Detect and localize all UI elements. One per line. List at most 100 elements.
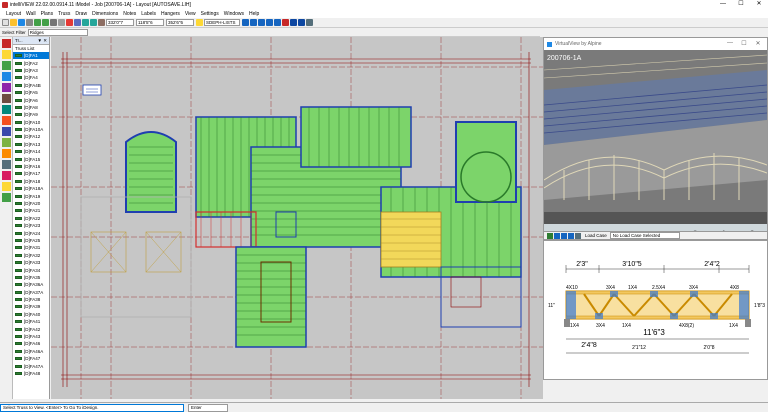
delete-icon[interactable] [66, 19, 73, 26]
zoom-window-icon[interactable] [258, 19, 265, 26]
erase-tool-icon[interactable] [2, 171, 11, 180]
new-icon[interactable] [2, 19, 9, 26]
close-button[interactable]: ✕ [750, 0, 768, 9]
truss-list-item[interactable]: [D]FA10A [13, 126, 49, 133]
measure-icon[interactable] [98, 19, 105, 26]
truss-list-item[interactable]: [D]FA47A [13, 362, 49, 369]
loadcase-select[interactable]: No Load Case Selected [609, 232, 680, 239]
menu-draw[interactable]: Draw [75, 11, 87, 17]
menu-view[interactable]: View [185, 11, 196, 17]
truss-list-item[interactable]: [D]FA46 [13, 340, 49, 347]
select-icon[interactable] [74, 19, 81, 26]
truss-list-item[interactable]: [D]FA37A [13, 289, 49, 296]
truss-list-item[interactable]: [D]FA35 [13, 274, 49, 281]
settings-icon[interactable] [306, 19, 313, 26]
truss-list-item[interactable]: [D]FA5 [13, 89, 49, 96]
mirror-tool-icon[interactable] [2, 138, 11, 147]
stop-icon[interactable] [282, 19, 289, 26]
beam-tool-icon[interactable] [2, 50, 11, 59]
truss-list-item[interactable]: [D]FA19 [13, 192, 49, 199]
cut-icon[interactable] [50, 19, 57, 26]
menu-settings[interactable]: Settings [201, 11, 219, 17]
truss-list-item[interactable]: [D]FA4B [13, 82, 49, 89]
menu-layout[interactable]: Layout [6, 11, 21, 17]
truss-tool-icon[interactable] [2, 39, 11, 48]
layout-canvas[interactable] [51, 37, 543, 399]
truss-list-item[interactable]: [D]FA17 [13, 170, 49, 177]
truss-list-item[interactable]: [D]FA40 [13, 311, 49, 318]
truss-list-item[interactable]: [D]FA46A [13, 348, 49, 355]
menu-notes[interactable]: Notes [123, 11, 136, 17]
truss-list-item[interactable]: [D]FA10 [13, 119, 49, 126]
coord-x-field[interactable]: 332'0"7 [106, 19, 134, 26]
truss-list-item[interactable]: [D]FA9 [13, 111, 49, 118]
truss-list-item[interactable]: [D]FA43 [13, 333, 49, 340]
open-icon[interactable] [10, 19, 17, 26]
copy-tool-icon[interactable] [2, 127, 11, 136]
menu-hangers[interactable]: Hangers [161, 11, 180, 17]
truss-list-item[interactable]: [D]FA4 [13, 74, 49, 81]
menu-help[interactable]: Help [249, 11, 259, 17]
truss-list-item[interactable]: [D]FA39 [13, 303, 49, 310]
tv-save-icon[interactable] [547, 232, 553, 239]
truss-list-item[interactable]: [D]FA33 [13, 259, 49, 266]
layer-icon[interactable] [196, 19, 203, 26]
coord-z-field[interactable]: 352'6"6 [166, 19, 194, 26]
joist-list-select[interactable]: SDEPH-LISTS [204, 19, 240, 26]
truss-list-item[interactable]: [D]FA24 [13, 229, 49, 236]
truss-list-item[interactable]: [D]FA32 [13, 252, 49, 259]
dimension-tool-icon[interactable] [2, 94, 11, 103]
undo-icon[interactable] [34, 19, 41, 26]
copy-icon[interactable] [58, 19, 65, 26]
zoom-out-icon[interactable] [250, 19, 257, 26]
truss-list-item[interactable]: [D]FA21 [13, 207, 49, 214]
menu-plans[interactable]: Plans [41, 11, 54, 17]
truss-list-item[interactable]: [D]FA2 [13, 59, 49, 66]
truss-list-item[interactable]: [D]FA8 [13, 104, 49, 111]
command-prompt[interactable]: Select Truss to View. <Enter> To Go To i… [0, 403, 184, 412]
menu-wall[interactable]: Wall [26, 11, 36, 17]
label-tool-icon[interactable] [2, 116, 11, 125]
layer-tool-icon[interactable] [2, 182, 11, 191]
truss-list-item[interactable]: [D]FA25 [13, 237, 49, 244]
truss-list-tab[interactable]: Tr... [15, 37, 23, 44]
truss-detail-view[interactable]: 2'3" 3'10"5 2'4"2 4X10 3X4 1X4 2.5X4 3X4… [543, 240, 768, 380]
edit-tool-icon[interactable] [2, 160, 11, 169]
command-input[interactable]: Enter [188, 403, 228, 412]
truss-list-item[interactable]: [D]FA1 [13, 52, 49, 60]
panel-controls[interactable]: ▼ ✕ [38, 37, 47, 44]
3d-viewport[interactable]: 200706-1A ⌂ ↑ ⌄ ‹ › ◉ ⌕ ⊕ [544, 50, 767, 246]
vv-maximize-button[interactable]: ☐ [737, 40, 751, 47]
wall-tool-icon[interactable] [2, 72, 11, 81]
truss-list-item[interactable]: [D]FA18 [13, 178, 49, 185]
vv-close-button[interactable]: ✕ [751, 40, 765, 47]
filter-select[interactable]: Ridges [27, 28, 88, 36]
truss-list-item[interactable]: [D]FA15 [13, 155, 49, 162]
menu-windows[interactable]: Windows [224, 11, 244, 17]
hanger-tool-icon[interactable] [2, 83, 11, 92]
truss-list-item[interactable]: [D]FA42 [13, 325, 49, 332]
group-tool-icon[interactable] [2, 193, 11, 202]
joist-tool-icon[interactable] [2, 61, 11, 70]
vv-minimize-button[interactable]: — [723, 40, 737, 47]
truss-list-item[interactable]: [D]FA36A [13, 281, 49, 288]
help-icon[interactable] [298, 19, 305, 26]
truss-list-item[interactable]: [D]FA34 [13, 266, 49, 273]
array-tool-icon[interactable] [2, 149, 11, 158]
truss-list-item[interactable]: [D]FA18A [13, 185, 49, 192]
truss-list-item[interactable]: [D]FA12 [13, 133, 49, 140]
truss-list-item[interactable]: [D]FA3 [13, 67, 49, 74]
truss-list-item[interactable]: [D]FA22 [13, 215, 49, 222]
tv-zoom-out-icon[interactable] [561, 232, 567, 239]
coord-y-field[interactable]: 118'5"6 [136, 19, 164, 26]
minimize-button[interactable]: — [714, 0, 732, 9]
tv-zoom-in-icon[interactable] [554, 232, 560, 239]
zoom-extents-icon[interactable] [266, 19, 273, 26]
rotate-icon[interactable] [90, 19, 97, 26]
truss-list-item[interactable]: [D]FA23 [13, 222, 49, 229]
redo-icon[interactable] [42, 19, 49, 26]
truss-list-item[interactable]: [D]FA14 [13, 148, 49, 155]
move-icon[interactable] [82, 19, 89, 26]
maximize-button[interactable]: ☐ [732, 0, 750, 9]
truss-list-item[interactable]: [D]FA47 [13, 355, 49, 362]
